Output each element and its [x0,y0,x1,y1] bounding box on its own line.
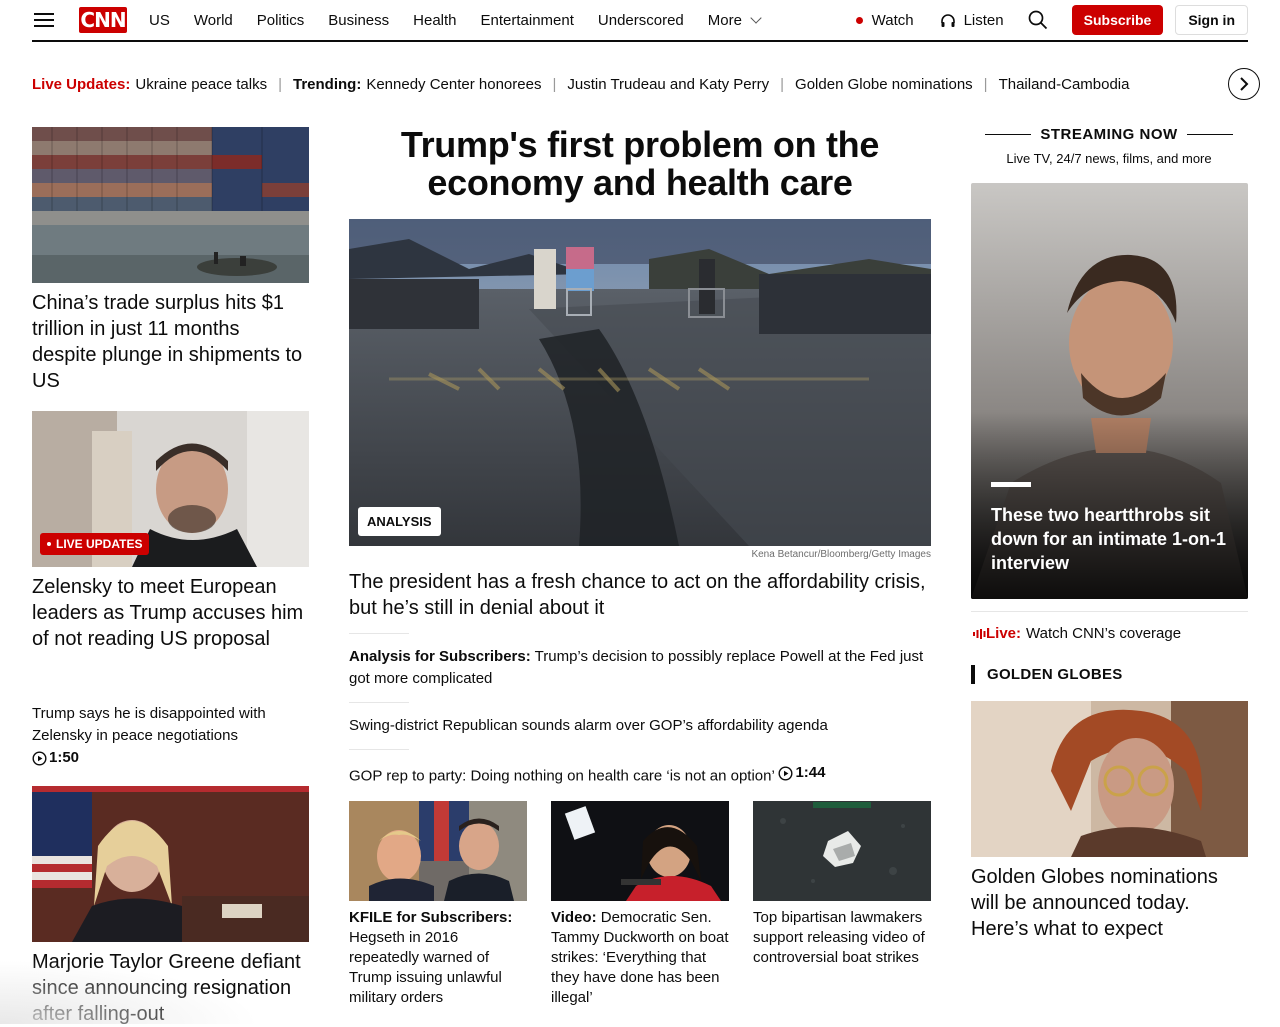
live-coverage-link[interactable]: Live: Watch CNN’s coverage [973,625,1181,642]
header-actions: Watch Listen Subscribe Sign in [855,0,1248,40]
lead-story-image[interactable] [349,219,931,546]
headline-china-trade[interactable]: China’s trade surplus hits $1 trillion i… [32,290,309,394]
ticker-item[interactable]: Justin Trudeau and Katy Perry [567,76,769,93]
ticker-separator: | [552,75,557,93]
ticker-item[interactable]: Kennedy Center honorees [366,76,541,93]
ticker-live-label: Live Updates: [32,75,131,93]
ticker-item[interactable]: Thailand-Cambodia [999,76,1130,93]
duckworth-image[interactable] [551,801,729,901]
divider [349,702,409,703]
play-icon [32,750,47,766]
streaming-now-header: STREAMING NOW Live TV, 24/7 news, films,… [985,126,1233,166]
nav-health[interactable]: Health [413,12,456,29]
card-label: Video: [551,909,597,926]
nav-underscored[interactable]: Underscored [598,12,684,29]
headline-golden-globes[interactable]: Golden Globes nominations will be announ… [971,864,1248,942]
ticker-separator: | [780,75,785,93]
site-header: CNN US World Politics Business Health En… [32,0,1248,42]
streaming-accent-bar [991,482,1031,487]
video-headline-text: Trump says he is disappointed with Zelen… [32,705,266,744]
headphones-icon [940,13,955,27]
play-icon [778,765,793,781]
analysis-badge: ANALYSIS [358,507,441,536]
chevron-down-icon [750,11,762,24]
ticker-next-button[interactable] [1228,68,1260,100]
chevron-right-icon [1240,77,1249,91]
subscribe-button[interactable]: Subscribe [1071,5,1164,35]
nav-business[interactable]: Business [328,12,389,29]
video-duration-value: 1:44 [795,764,826,781]
photo-credit: Kena Betancur/Bloomberg/Getty Images [751,549,931,560]
shipping-containers-image[interactable] [32,127,309,283]
card-duckworth[interactable]: Video: Democratic Sen. Tammy Duckworth o… [551,908,729,1008]
headline-zelensky[interactable]: Zelensky to meet European leaders as Tru… [32,574,309,652]
video-duration: 1:44 [778,762,825,784]
lead-subheadline[interactable]: The president has a fresh chance to act … [349,569,931,621]
live-updates-badge-label: LIVE UPDATES [56,537,143,551]
lead-headline[interactable]: Trump's first problem on the economy and… [349,126,931,202]
streaming-now-subtitle: Live TV, 24/7 news, films, and more [1006,151,1212,166]
main-nav: US World Politics Business Health Entert… [149,12,784,29]
search-icon [1028,10,1047,30]
listen-link[interactable]: Listen [940,12,1004,29]
related-story-text: GOP rep to party: Doing nothing on healt… [349,767,775,785]
divider [971,611,1248,612]
nav-politics[interactable]: Politics [257,12,305,29]
live-dot-icon [47,542,51,546]
live-coverage-text: Watch CNN’s coverage [1026,625,1182,642]
related-story-label: Analysis for Subscribers: [349,648,531,665]
ticker-item[interactable]: Golden Globe nominations [795,76,973,93]
trending-ticker: Live Updates: Ukraine peace talks | Trend… [32,72,1222,96]
live-signal-icon [973,628,986,639]
related-story-swing-district[interactable]: Swing-district Republican sounds alarm o… [349,715,931,737]
watch-label: Watch [871,11,914,29]
video-duration-value: 1:50 [49,749,80,766]
hegseth-trump-image[interactable] [349,801,527,901]
live-label: Live: [973,625,1021,642]
live-dot-icon [855,16,863,24]
divider [349,633,409,634]
listen-label: Listen [963,11,1004,29]
ticker-separator: | [983,75,988,93]
card-text: Hegseth in 2016 repeatedly warned of Tru… [349,929,502,1006]
nav-us[interactable]: US [149,12,170,29]
marjorie-taylor-greene-image[interactable] [32,786,309,942]
watch-link[interactable]: Watch [855,11,914,29]
streaming-now-title: STREAMING NOW [985,126,1233,143]
ticker-live-updates[interactable]: Live Updates: Ukraine peace talks [32,76,267,93]
boat-strike-image[interactable] [753,801,931,901]
sign-in-button[interactable]: Sign in [1175,5,1248,35]
video-duration: 1:50 [32,747,79,769]
menu-icon[interactable] [34,13,54,27]
card-hegseth[interactable]: KFILE for Subscribers: Hegseth in 2016 r… [349,908,527,1008]
divider [349,749,409,750]
nav-more-label: More [707,11,742,29]
golden-globes-image[interactable] [971,701,1248,857]
live-updates-badge: LIVE UPDATES [40,533,150,555]
live-label-text: Live: [986,625,1022,642]
nav-world[interactable]: World [194,12,233,29]
streaming-now-title-text: STREAMING NOW [1040,126,1178,143]
ticker-trending-label: Trending: [293,75,362,93]
streaming-promo-caption[interactable]: These two heartthrobs sit down for an in… [991,503,1236,575]
section-header-golden-globes[interactable]: GOLDEN GLOBES [971,665,1123,684]
related-story-gop-health[interactable]: GOP rep to party: Doing nothing on healt… [349,762,931,788]
headline-trump-zelensky-video[interactable]: Trump says he is disappointed with Zelen… [32,703,312,773]
cnn-logo[interactable]: CNN [79,7,127,33]
ticker-separator: | [278,75,282,93]
card-label: KFILE for Subscribers: [349,909,513,926]
ticker-live-text: Ukraine peace talks [135,75,268,93]
nav-more[interactable]: More [707,11,762,29]
card-boat-strikes[interactable]: Top bipartisan lawmakers support releasi… [753,908,931,968]
nav-entertainment[interactable]: Entertainment [481,12,574,29]
search-button[interactable] [1028,10,1048,30]
headline-mtg[interactable]: Marjorie Taylor Greene defiant since ann… [32,949,309,1027]
related-story-powell[interactable]: Analysis for Subscribers: Trump’s decisi… [349,646,931,690]
